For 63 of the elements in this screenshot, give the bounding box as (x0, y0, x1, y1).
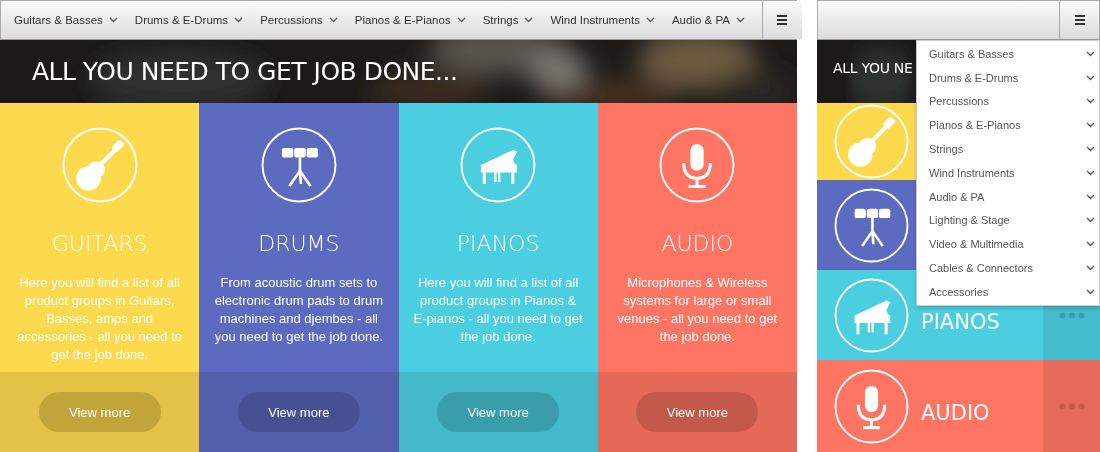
chevron-down-icon (234, 17, 244, 23)
menu-item[interactable]: Cables & Connectors (917, 256, 1099, 280)
nav-item[interactable]: Wind Instruments (550, 14, 655, 26)
chevron-down-icon (1086, 193, 1095, 200)
guitar-icon (834, 104, 909, 179)
menu-item[interactable]: Pianos & E-Pianos (917, 113, 1099, 138)
chevron-down-icon (735, 17, 745, 23)
nav-item[interactable]: Drums & E-Drums (134, 14, 244, 26)
category-title: GUITARS (51, 231, 148, 256)
menu-item[interactable]: Accessories (917, 279, 1099, 304)
nav-item[interactable]: Pianos & E-Pianos (354, 14, 466, 26)
menu-item[interactable]: Video & Multimedia (917, 232, 1099, 257)
drums-icon (260, 127, 337, 203)
drums-icon (834, 187, 909, 263)
nav-item[interactable]: Percussions (260, 14, 338, 26)
menu-item[interactable]: Lighting & Stage (917, 208, 1099, 233)
category-title: PIANOS (456, 231, 540, 256)
view-more-button[interactable]: View more (237, 392, 360, 432)
menu-item[interactable]: Strings (917, 137, 1099, 161)
chevron-down-icon (1086, 146, 1095, 153)
nav-item[interactable]: Audio & PA (671, 14, 745, 26)
menu-item[interactable]: Guitars & Basses (917, 42, 1099, 66)
chevron-down-icon (1086, 288, 1095, 295)
chevron-down-icon (1086, 265, 1095, 272)
nav-item[interactable]: Strings (482, 14, 534, 26)
menu-icon (777, 15, 788, 25)
category-title: AUDIO (661, 231, 734, 256)
more-icon (1058, 402, 1085, 410)
chevron-down-icon (1086, 217, 1095, 224)
menu-item[interactable]: Percussions (917, 89, 1099, 114)
category-title: PIANOS (921, 310, 1001, 334)
category-description: Here you will find a list of all product groups in Pianos & E-pianos - all you need to get the job done. (412, 274, 584, 346)
menu-item[interactable]: Wind Instruments (917, 161, 1099, 185)
chevron-down-icon (328, 17, 338, 23)
chevron-down-icon (1086, 122, 1095, 129)
nav-item[interactable]: Guitars & Basses (14, 14, 118, 26)
chevron-down-icon (1086, 169, 1095, 176)
more-icon (1058, 311, 1085, 319)
hero-title: ALL YOU NE (833, 60, 913, 76)
category-description: Microphones & Wireless systems for large or small venues - all you need to get the job done. (616, 274, 779, 346)
category-title: AUDIO (921, 401, 991, 425)
guitar-icon (61, 127, 138, 203)
chevron-down-icon (1086, 50, 1095, 57)
microphone-icon (659, 127, 736, 203)
chevron-down-icon (456, 17, 466, 23)
piano-icon (834, 277, 909, 353)
view-more-button[interactable]: View more (636, 392, 759, 432)
chevron-down-icon (108, 17, 118, 23)
menu-item[interactable]: Audio & PA (917, 184, 1099, 209)
category-title: DRUMS (258, 231, 340, 256)
category-description: From acoustic drum sets to electronic drum pads to drum machines and djembes - all you need to get the job done. (213, 274, 385, 346)
chevron-down-icon (524, 17, 534, 23)
chevron-down-icon (645, 17, 655, 23)
chevron-down-icon (1086, 74, 1095, 81)
menu-button[interactable] (761, 1, 802, 39)
microphone-icon (834, 368, 909, 444)
hero-title: ALL YOU NEED TO GET JOB DONE... (32, 57, 458, 86)
piano-icon (460, 127, 537, 203)
menu-icon (1074, 15, 1085, 25)
category-description: Here you will find a list of all product groups in Guitars, Basses, amps and accessories - all you need to get the job done. (16, 274, 183, 364)
chevron-down-icon (1086, 98, 1095, 105)
menu-item[interactable]: Drums & E-Drums (917, 65, 1099, 90)
chevron-down-icon (1086, 241, 1095, 248)
